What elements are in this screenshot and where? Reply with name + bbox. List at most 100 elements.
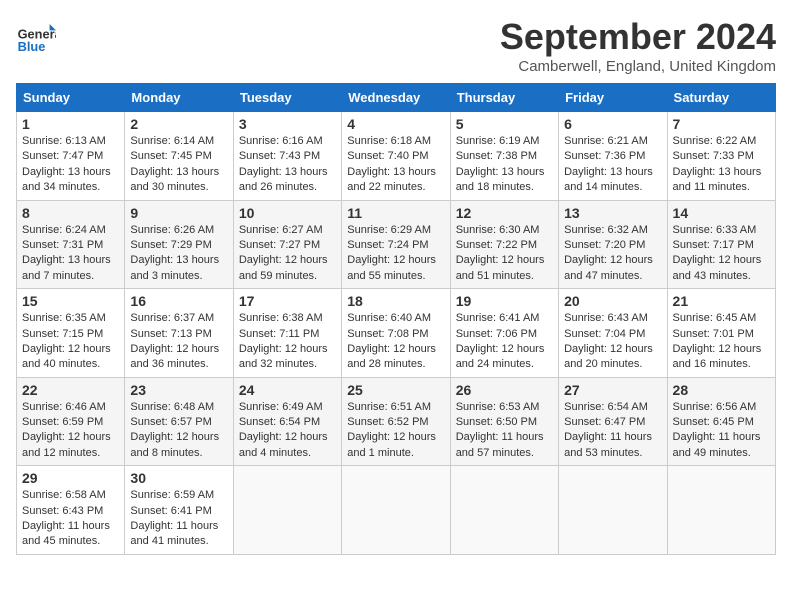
day-number: 4: [347, 116, 444, 132]
day-info: Sunrise: 6:27 AM Sunset: 7:27 PM Dayligh…: [239, 223, 336, 285]
sunset-label: Sunset: 6:50 PM: [456, 416, 537, 428]
sunrise-label: Sunrise: 6:29 AM: [347, 224, 431, 236]
calendar-cell: 10 Sunrise: 6:27 AM Sunset: 7:27 PM Dayl…: [233, 200, 341, 289]
day-number: 11: [347, 205, 444, 221]
calendar-cell: 19 Sunrise: 6:41 AM Sunset: 7:06 PM Dayl…: [450, 289, 558, 378]
sunset-label: Sunset: 6:41 PM: [130, 505, 211, 517]
sunset-label: Sunset: 7:33 PM: [673, 150, 754, 162]
calendar-cell: 12 Sunrise: 6:30 AM Sunset: 7:22 PM Dayl…: [450, 200, 558, 289]
daylight-label: Daylight: 11 hours and 41 minutes.: [130, 520, 218, 547]
sunset-label: Sunset: 7:29 PM: [130, 239, 211, 251]
sunrise-label: Sunrise: 6:59 AM: [130, 489, 214, 501]
calendar-cell: 27 Sunrise: 6:54 AM Sunset: 6:47 PM Dayl…: [559, 377, 667, 466]
daylight-label: Daylight: 13 hours and 7 minutes.: [22, 254, 111, 281]
sunset-label: Sunset: 7:13 PM: [130, 328, 211, 340]
day-number: 24: [239, 382, 336, 398]
day-info: Sunrise: 6:16 AM Sunset: 7:43 PM Dayligh…: [239, 134, 336, 196]
day-info: Sunrise: 6:58 AM Sunset: 6:43 PM Dayligh…: [22, 488, 119, 550]
sunrise-label: Sunrise: 6:51 AM: [347, 401, 431, 413]
calendar-cell: 2 Sunrise: 6:14 AM Sunset: 7:45 PM Dayli…: [125, 112, 233, 201]
sunrise-label: Sunrise: 6:58 AM: [22, 489, 106, 501]
sunset-label: Sunset: 7:47 PM: [22, 150, 103, 162]
day-info: Sunrise: 6:19 AM Sunset: 7:38 PM Dayligh…: [456, 134, 553, 196]
day-info: Sunrise: 6:29 AM Sunset: 7:24 PM Dayligh…: [347, 223, 444, 285]
calendar-cell: 23 Sunrise: 6:48 AM Sunset: 6:57 PM Dayl…: [125, 377, 233, 466]
day-info: Sunrise: 6:26 AM Sunset: 7:29 PM Dayligh…: [130, 223, 227, 285]
day-number: 14: [673, 205, 770, 221]
day-number: 23: [130, 382, 227, 398]
sunset-label: Sunset: 7:45 PM: [130, 150, 211, 162]
day-info: Sunrise: 6:49 AM Sunset: 6:54 PM Dayligh…: [239, 400, 336, 462]
sunset-label: Sunset: 7:24 PM: [347, 239, 428, 251]
calendar-cell: 20 Sunrise: 6:43 AM Sunset: 7:04 PM Dayl…: [559, 289, 667, 378]
daylight-label: Daylight: 13 hours and 26 minutes.: [239, 166, 328, 193]
day-number: 17: [239, 293, 336, 309]
sunrise-label: Sunrise: 6:53 AM: [456, 401, 540, 413]
day-info: Sunrise: 6:37 AM Sunset: 7:13 PM Dayligh…: [130, 311, 227, 373]
sunset-label: Sunset: 6:47 PM: [564, 416, 645, 428]
calendar-cell: [559, 466, 667, 555]
sunrise-label: Sunrise: 6:48 AM: [130, 401, 214, 413]
sunrise-label: Sunrise: 6:38 AM: [239, 312, 323, 324]
day-info: Sunrise: 6:43 AM Sunset: 7:04 PM Dayligh…: [564, 311, 661, 373]
sunrise-label: Sunrise: 6:14 AM: [130, 135, 214, 147]
daylight-label: Daylight: 12 hours and 24 minutes.: [456, 343, 545, 370]
day-number: 30: [130, 470, 227, 486]
calendar-cell: [342, 466, 450, 555]
day-info: Sunrise: 6:46 AM Sunset: 6:59 PM Dayligh…: [22, 400, 119, 462]
svg-text:Blue: Blue: [18, 39, 46, 54]
sunrise-label: Sunrise: 6:56 AM: [673, 401, 757, 413]
sunrise-label: Sunrise: 6:33 AM: [673, 224, 757, 236]
month-title: September 2024: [500, 16, 776, 58]
daylight-label: Daylight: 12 hours and 28 minutes.: [347, 343, 436, 370]
day-info: Sunrise: 6:54 AM Sunset: 6:47 PM Dayligh…: [564, 400, 661, 462]
sunrise-label: Sunrise: 6:43 AM: [564, 312, 648, 324]
day-number: 6: [564, 116, 661, 132]
daylight-label: Daylight: 12 hours and 47 minutes.: [564, 254, 653, 281]
day-info: Sunrise: 6:59 AM Sunset: 6:41 PM Dayligh…: [130, 488, 227, 550]
day-number: 8: [22, 205, 119, 221]
location: Camberwell, England, United Kingdom: [500, 58, 776, 75]
calendar-cell: 4 Sunrise: 6:18 AM Sunset: 7:40 PM Dayli…: [342, 112, 450, 201]
daylight-label: Daylight: 11 hours and 49 minutes.: [673, 431, 761, 458]
sunrise-label: Sunrise: 6:26 AM: [130, 224, 214, 236]
sunrise-label: Sunrise: 6:21 AM: [564, 135, 648, 147]
calendar-cell: 8 Sunrise: 6:24 AM Sunset: 7:31 PM Dayli…: [17, 200, 125, 289]
calendar-cell: 26 Sunrise: 6:53 AM Sunset: 6:50 PM Dayl…: [450, 377, 558, 466]
calendar-cell: 15 Sunrise: 6:35 AM Sunset: 7:15 PM Dayl…: [17, 289, 125, 378]
daylight-label: Daylight: 12 hours and 43 minutes.: [673, 254, 762, 281]
calendar-cell: 17 Sunrise: 6:38 AM Sunset: 7:11 PM Dayl…: [233, 289, 341, 378]
calendar-cell: [233, 466, 341, 555]
sunset-label: Sunset: 7:04 PM: [564, 328, 645, 340]
day-info: Sunrise: 6:14 AM Sunset: 7:45 PM Dayligh…: [130, 134, 227, 196]
day-number: 28: [673, 382, 770, 398]
day-info: Sunrise: 6:32 AM Sunset: 7:20 PM Dayligh…: [564, 223, 661, 285]
daylight-label: Daylight: 11 hours and 53 minutes.: [564, 431, 652, 458]
daylight-label: Daylight: 13 hours and 18 minutes.: [456, 166, 545, 193]
day-info: Sunrise: 6:21 AM Sunset: 7:36 PM Dayligh…: [564, 134, 661, 196]
daylight-label: Daylight: 13 hours and 14 minutes.: [564, 166, 653, 193]
calendar-cell: 3 Sunrise: 6:16 AM Sunset: 7:43 PM Dayli…: [233, 112, 341, 201]
weekday-header: Wednesday: [342, 84, 450, 112]
day-number: 25: [347, 382, 444, 398]
sunrise-label: Sunrise: 6:49 AM: [239, 401, 323, 413]
weekday-header-row: SundayMondayTuesdayWednesdayThursdayFrid…: [17, 84, 776, 112]
calendar-cell: 22 Sunrise: 6:46 AM Sunset: 6:59 PM Dayl…: [17, 377, 125, 466]
calendar-cell: 21 Sunrise: 6:45 AM Sunset: 7:01 PM Dayl…: [667, 289, 775, 378]
day-number: 3: [239, 116, 336, 132]
calendar-week-row: 15 Sunrise: 6:35 AM Sunset: 7:15 PM Dayl…: [17, 289, 776, 378]
sunset-label: Sunset: 6:57 PM: [130, 416, 211, 428]
day-number: 15: [22, 293, 119, 309]
day-number: 18: [347, 293, 444, 309]
day-number: 12: [456, 205, 553, 221]
sunrise-label: Sunrise: 6:24 AM: [22, 224, 106, 236]
sunset-label: Sunset: 7:17 PM: [673, 239, 754, 251]
day-number: 5: [456, 116, 553, 132]
daylight-label: Daylight: 12 hours and 8 minutes.: [130, 431, 219, 458]
logo: General Blue: [16, 16, 60, 56]
weekday-header: Friday: [559, 84, 667, 112]
calendar-cell: 24 Sunrise: 6:49 AM Sunset: 6:54 PM Dayl…: [233, 377, 341, 466]
day-number: 13: [564, 205, 661, 221]
sunrise-label: Sunrise: 6:30 AM: [456, 224, 540, 236]
sunrise-label: Sunrise: 6:54 AM: [564, 401, 648, 413]
